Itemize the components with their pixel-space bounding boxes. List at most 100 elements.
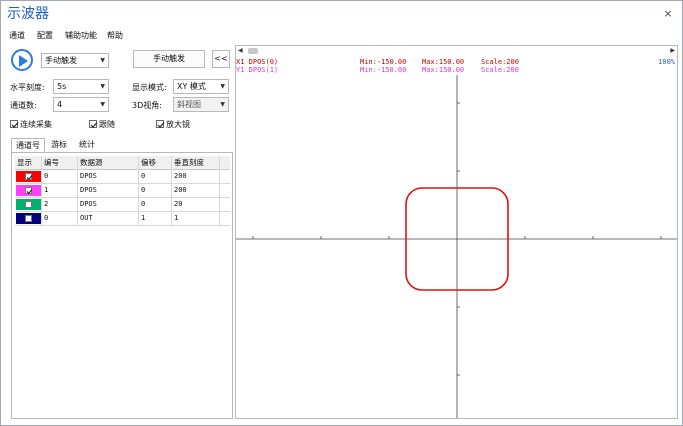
show-cell[interactable] <box>15 212 42 226</box>
offset-cell[interactable]: 1 <box>139 212 172 226</box>
checkbox-unchecked-icon[interactable] <box>25 201 32 208</box>
title-bar: 示波器 × <box>1 1 682 27</box>
tab-statistics[interactable]: 统计 <box>75 138 103 152</box>
show-cell[interactable] <box>15 184 42 198</box>
display-mode-select[interactable]: XY 模式 ▼ <box>173 79 229 94</box>
play-icon <box>19 55 28 67</box>
x-channel-scale: Scale:200 <box>481 58 519 66</box>
table-row[interactable]: 2 DPOS 0 20 <box>15 198 230 212</box>
chevron-down-icon: ▼ <box>100 83 105 90</box>
window-title: 示波器 <box>7 6 49 22</box>
channel-count-label: 通道数: <box>10 101 37 110</box>
scrollbar-thumb[interactable] <box>248 48 258 54</box>
scroll-left-icon[interactable]: ◀ <box>238 46 243 56</box>
plot-canvas <box>236 75 677 418</box>
view-3d-select[interactable]: 斜视图 ▼ <box>173 97 229 112</box>
display-mode-value: XY 模式 <box>177 82 206 91</box>
menu-bar: 通道 配置 辅助功能 帮助 <box>1 28 682 43</box>
checkbox-checked-icon <box>10 120 19 128</box>
menu-config[interactable]: 配置 <box>37 30 53 41</box>
y-channel-scale: Scale:200 <box>481 66 519 74</box>
offset-cell[interactable]: 0 <box>139 184 172 198</box>
table-row[interactable]: 0 DPOS 0 200 <box>15 170 230 184</box>
source-cell[interactable]: DPOS <box>78 198 139 212</box>
channel-count-value: 4 <box>57 100 63 109</box>
tab-channel[interactable]: 通道号 <box>11 138 45 152</box>
horizontal-scrollbar[interactable]: ◀ ▶ <box>236 46 677 56</box>
id-cell[interactable]: 0 <box>42 170 78 184</box>
menu-help[interactable]: 帮助 <box>107 30 123 41</box>
scale-cell[interactable]: 200 <box>172 170 220 184</box>
source-cell[interactable]: DPOS <box>78 170 139 184</box>
id-cell[interactable]: 0 <box>42 212 78 226</box>
header-scale[interactable]: 垂直刻度 <box>172 156 220 170</box>
x-channel-max: Max:150.00 <box>422 58 465 66</box>
source-cell[interactable]: DPOS <box>78 184 139 198</box>
scope-display: ◀ ▶ X1 DPOS(0) Min:-150.00 Max:150.00 Sc… <box>235 45 678 419</box>
offset-cell[interactable]: 0 <box>139 198 172 212</box>
id-cell[interactable]: 2 <box>42 198 78 212</box>
id-cell[interactable]: 1 <box>42 184 78 198</box>
view-3d-value: 斜视图 <box>177 100 201 109</box>
channel-count-select[interactable]: 4 ▼ <box>53 97 109 112</box>
scale-cell[interactable]: 200 <box>172 184 220 198</box>
continuous-checkbox[interactable]: 连续采集 <box>10 119 52 130</box>
show-cell[interactable] <box>15 170 42 184</box>
y-channel-name: Y1 DPOS(1) <box>236 66 279 74</box>
y-channel-max: Max:150.00 <box>422 66 465 74</box>
magnifier-checkbox[interactable]: 放大镜 <box>156 119 190 130</box>
plot-area[interactable]: X1 DPOS(0) Min:-150.00 Max:150.00 Scale:… <box>236 57 677 418</box>
start-button[interactable] <box>11 49 33 71</box>
source-cell[interactable]: OUT <box>78 212 139 226</box>
scroll-right-icon[interactable]: ▶ <box>670 46 675 56</box>
horizontal-scale-select[interactable]: 5s ▼ <box>53 79 109 94</box>
table-row[interactable]: 0 OUT 1 1 <box>15 212 230 226</box>
x-channel-min: Min:-150.00 <box>360 58 407 66</box>
scale-cell[interactable]: 1 <box>172 212 220 226</box>
checkbox-checked-icon <box>156 120 165 128</box>
table-row[interactable]: 1 DPOS 0 200 <box>15 184 230 198</box>
zoom-level: 100% <box>658 58 675 66</box>
checkbox-checked-icon[interactable] <box>25 173 33 181</box>
table-header: 显示 编号 数据源 偏移 垂直刻度 <box>15 156 230 170</box>
x-channel-name: X1 DPOS(0) <box>236 58 279 66</box>
follow-label: 跟随 <box>99 120 115 129</box>
channel-color-swatch[interactable] <box>16 199 41 210</box>
channel-tab-panel: 显示 编号 数据源 偏移 垂直刻度 0 DPOS 0 200 1 DPOS 0 200 2 DPO… <box>11 152 233 419</box>
follow-checkbox[interactable]: 跟随 <box>89 119 115 130</box>
y-channel-min: Min:-150.00 <box>360 66 407 74</box>
control-panel: 手动触发 ▼ 手动触发 << 水平刻度: 5s ▼ 显示模式: XY 模式 ▼ … <box>5 45 233 419</box>
close-button[interactable]: × <box>662 8 674 20</box>
offset-cell[interactable]: 0 <box>139 170 172 184</box>
chevron-down-icon: ▼ <box>220 83 225 90</box>
show-cell[interactable] <box>15 198 42 212</box>
view-3d-label: 3D视角: <box>132 101 162 110</box>
checkbox-unchecked-icon[interactable] <box>25 215 32 222</box>
panel-tabs: 通道号 游标 统计 <box>11 138 233 152</box>
channel-color-swatch[interactable] <box>16 171 41 182</box>
chevron-down-icon: ▼ <box>100 57 105 64</box>
channel-color-swatch[interactable] <box>16 213 41 224</box>
chevron-down-icon: ▼ <box>100 101 105 108</box>
header-id[interactable]: 编号 <box>42 156 78 170</box>
tab-cursor[interactable]: 游标 <box>47 138 75 152</box>
header-source[interactable]: 数据源 <box>78 156 139 170</box>
menu-channel[interactable]: 通道 <box>9 30 25 41</box>
horizontal-scale-label: 水平刻度: <box>10 83 45 92</box>
scale-cell[interactable]: 20 <box>172 198 220 212</box>
checkbox-checked-icon[interactable] <box>25 187 33 195</box>
horizontal-scale-value: 5s <box>57 82 67 91</box>
display-mode-label: 显示模式: <box>132 83 167 92</box>
header-show[interactable]: 显示 <box>15 156 42 170</box>
oscilloscope-window: 示波器 × 通道 配置 辅助功能 帮助 手动触发 ▼ 手动触发 << 水平刻度:… <box>0 0 683 426</box>
trigger-mode-value: 手动触发 <box>45 56 77 65</box>
chevron-down-icon: ▼ <box>220 101 225 108</box>
channel-color-swatch[interactable] <box>16 185 41 196</box>
checkbox-checked-icon <box>89 120 98 128</box>
collapse-panel-button[interactable]: << <box>212 50 230 68</box>
manual-trigger-button[interactable]: 手动触发 <box>133 50 205 68</box>
menu-tools[interactable]: 辅助功能 <box>65 30 97 41</box>
continuous-label: 连续采集 <box>20 120 52 129</box>
trigger-mode-select[interactable]: 手动触发 ▼ <box>41 53 109 68</box>
header-offset[interactable]: 偏移 <box>139 156 172 170</box>
